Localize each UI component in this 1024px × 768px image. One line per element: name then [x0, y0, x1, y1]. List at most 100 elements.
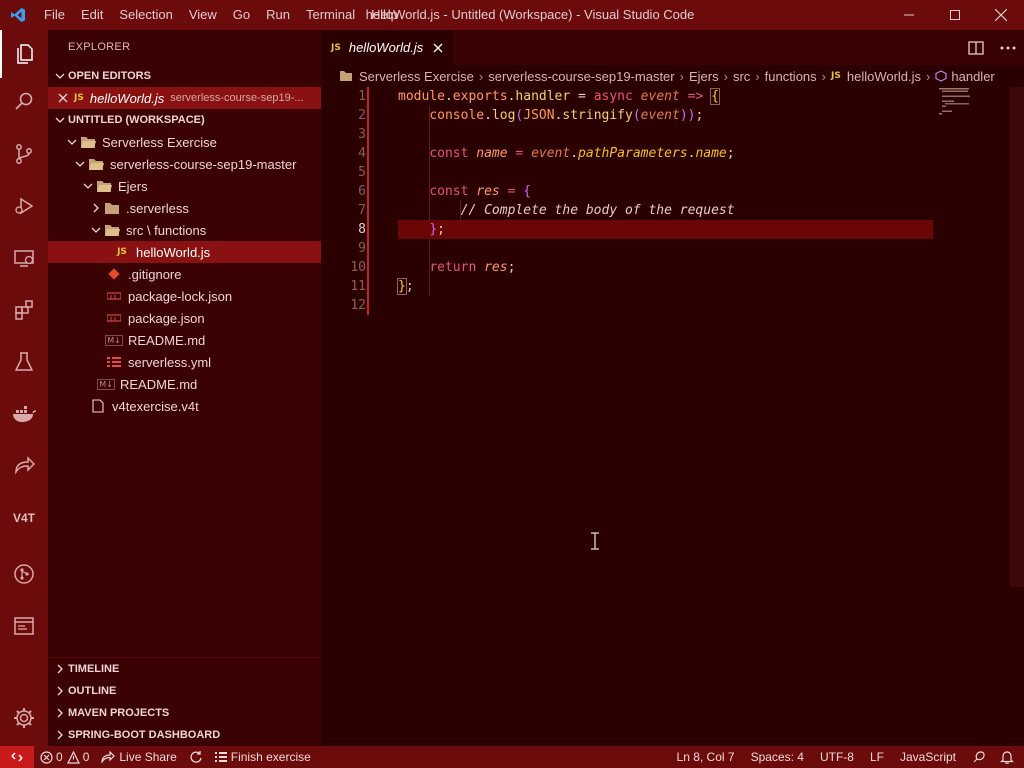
close-editor-icon[interactable] [48, 93, 68, 103]
live-share-icon[interactable] [0, 442, 48, 490]
breadcrumb-item[interactable]: functions [765, 69, 817, 84]
maximize-button[interactable] [932, 0, 978, 30]
split-editor-icon[interactable] [960, 40, 992, 55]
minimize-button[interactable] [886, 0, 932, 30]
tree-file-package[interactable]: package.json [48, 307, 321, 329]
menu-go[interactable]: Go [225, 0, 258, 30]
minimap[interactable] [937, 87, 1010, 117]
breadcrumb: Serverless Exercise › serverless-course-… [321, 65, 1024, 87]
line-number: 12 [350, 298, 366, 313]
live-share-button[interactable]: Live Share [95, 746, 182, 768]
line-number: 6 [358, 184, 366, 199]
tree-file-gitignore[interactable]: .gitignore [48, 263, 321, 285]
menu-file[interactable]: File [36, 0, 73, 30]
code-editor[interactable]: 1 2 3 4 5 6 7 8 9 10 11 12 module.export… [321, 87, 1024, 746]
breadcrumb-item[interactable]: src [733, 69, 750, 84]
chevron-right-icon [52, 702, 68, 724]
code-line-10: return res; [429, 260, 516, 275]
tree-file-readme-inner[interactable]: M↓ README.md [48, 329, 321, 351]
close-tab-icon[interactable] [433, 43, 443, 53]
menu-view[interactable]: View [181, 0, 225, 30]
chevron-down-icon [52, 65, 68, 87]
npm-file-icon [106, 310, 122, 326]
v4t-icon[interactable]: V4T [0, 494, 48, 542]
code-line-11: }; [397, 278, 414, 295]
close-window-button[interactable] [978, 0, 1024, 30]
javascript-file-icon: JS [74, 93, 84, 103]
tree-file-package-lock[interactable]: package-lock.json [48, 285, 321, 307]
extensions-icon[interactable] [0, 286, 48, 334]
notifications-button[interactable] [994, 746, 1024, 768]
tree-file-v4texercise[interactable]: v4texercise.v4t [48, 395, 321, 417]
menu-selection[interactable]: Selection [111, 0, 180, 30]
tree-file-serverless-yml[interactable]: serverless.yml [48, 351, 321, 373]
breadcrumb-item[interactable]: serverless-course-sep19-master [488, 69, 674, 84]
more-actions-icon[interactable] [992, 46, 1024, 50]
tree-folder-serverless-exercise[interactable]: Serverless Exercise [48, 131, 321, 153]
language-mode[interactable]: JavaScript [892, 746, 964, 768]
vertical-scrollbar[interactable] [1010, 87, 1024, 587]
sync-button[interactable] [183, 746, 209, 768]
chevron-right-icon: › [723, 68, 728, 84]
list-icon [214, 752, 227, 762]
modified-lines-marker [367, 87, 369, 315]
folder-open-icon [104, 222, 120, 238]
tree-folder-project[interactable]: serverless-course-sep19-master [48, 153, 321, 175]
tree-folder-src-functions[interactable]: src \ functions [48, 219, 321, 241]
tree-file-readme-outer[interactable]: M↓ README.md [48, 373, 321, 395]
menu-edit[interactable]: Edit [73, 0, 111, 30]
breadcrumb-item[interactable]: Serverless Exercise [359, 69, 474, 84]
cursor-position[interactable]: Ln 8, Col 7 [669, 746, 743, 768]
open-editor-filename: helloWorld.js [89, 90, 165, 106]
workspace-header[interactable]: UNTITLED (WORKSPACE) [48, 109, 321, 131]
gitlens-icon[interactable] [0, 550, 48, 598]
line-number: 8 [358, 222, 366, 237]
outline-section-header[interactable]: OUTLINE [48, 680, 321, 702]
feedback-icon [973, 751, 985, 763]
remote-explorer-icon[interactable] [0, 234, 48, 282]
maven-projects-section-header[interactable]: MAVEN PROJECTS [48, 702, 321, 724]
testing-icon[interactable] [0, 338, 48, 386]
javascript-file-icon: JS [331, 42, 341, 53]
feedback-button[interactable] [964, 746, 994, 768]
tree-file-helloworld[interactable]: JS helloWorld.js [48, 241, 321, 263]
folder-icon [339, 70, 353, 82]
file-icon [90, 398, 106, 414]
finish-exercise-button[interactable]: Finish exercise [209, 746, 317, 768]
problems-indicator[interactable]: 0 0 [34, 746, 95, 768]
breadcrumb-item[interactable]: helloWorld.js [847, 69, 921, 84]
chevron-down-icon [72, 153, 88, 175]
tree-folder-serverless[interactable]: .serverless [48, 197, 321, 219]
run-debug-icon[interactable] [0, 182, 48, 230]
code-area[interactable]: module.exports.handler = async event => … [397, 87, 933, 315]
terminal-panel-icon[interactable] [0, 602, 48, 650]
breadcrumb-item[interactable]: handler [951, 69, 994, 84]
symbol-method-icon [935, 70, 947, 82]
code-line-4: const name = event.pathParameters.name; [429, 146, 735, 161]
menu-run[interactable]: Run [258, 0, 298, 30]
eol-setting[interactable]: LF [862, 746, 892, 768]
title-bar: File Edit Selection View Go Run Terminal… [0, 0, 1024, 30]
activity-bar: V4T [0, 30, 48, 746]
open-editors-header[interactable]: OPEN EDITORS [48, 65, 321, 87]
breadcrumb-item[interactable]: Ejers [689, 69, 719, 84]
explorer-icon[interactable] [0, 30, 48, 78]
indentation-setting[interactable]: Spaces: 4 [743, 746, 812, 768]
encoding-setting[interactable]: UTF-8 [812, 746, 862, 768]
remote-indicator-button[interactable] [0, 746, 34, 768]
open-editor-item[interactable]: JS helloWorld.js serverless-course-sep19… [48, 87, 321, 109]
line-number: 10 [350, 260, 366, 275]
chevron-right-icon: › [679, 68, 684, 84]
chevron-right-icon: › [821, 68, 827, 84]
docker-icon[interactable] [0, 390, 48, 438]
tree-folder-ejers[interactable]: Ejers [48, 175, 321, 197]
search-icon[interactable] [0, 78, 48, 126]
open-editor-path: serverless-course-sep19-... [170, 92, 304, 104]
settings-gear-icon[interactable] [0, 694, 48, 742]
tab-helloworld[interactable]: JS helloWorld.js [321, 30, 454, 65]
spring-boot-dashboard-section-header[interactable]: SPRING-BOOT DASHBOARD [48, 724, 321, 746]
timeline-section-header[interactable]: TIMELINE [48, 658, 321, 680]
source-control-icon[interactable] [0, 130, 48, 178]
